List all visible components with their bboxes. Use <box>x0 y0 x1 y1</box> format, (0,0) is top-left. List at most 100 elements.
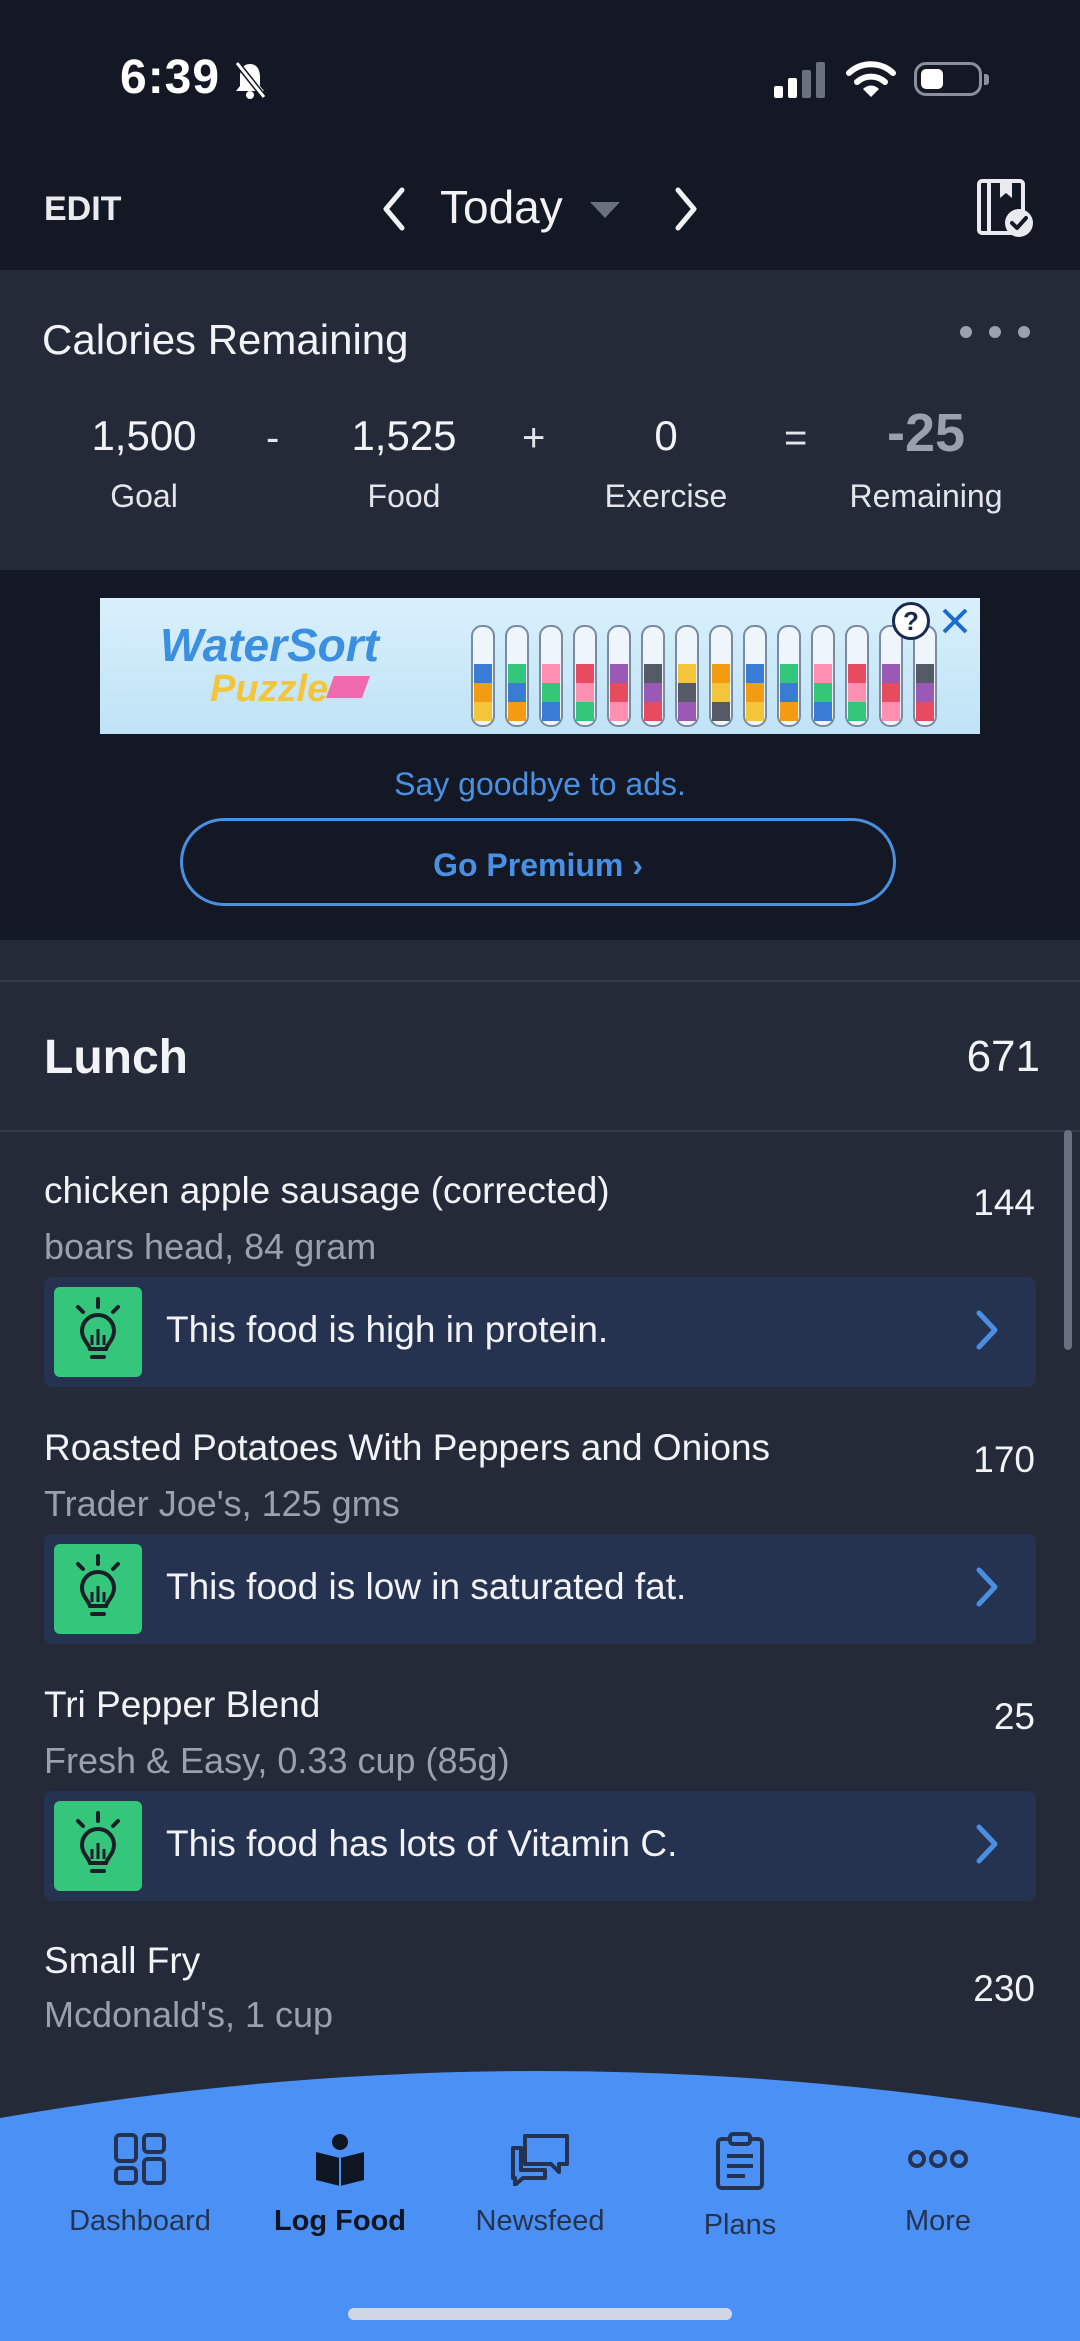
goal-label: Goal <box>110 478 178 514</box>
caret-down-icon[interactable] <box>590 202 620 218</box>
ad-tube-liquid <box>916 683 934 702</box>
exercise-value: 0 <box>654 412 678 459</box>
ad-brand-sub: Puzzle <box>210 668 329 710</box>
ad-tube-liquid <box>610 683 628 702</box>
scrollbar[interactable] <box>1064 1130 1072 1350</box>
equals-operator: = <box>784 416 808 460</box>
ad-tube-liquid <box>780 702 798 721</box>
ad-banner[interactable]: WaterSort Puzzle ? <box>100 598 980 734</box>
ad-tube-liquid <box>746 683 764 702</box>
nutrition-tip[interactable]: This food is low in saturated fat. <box>44 1534 1036 1644</box>
ad-area: WaterSort Puzzle ? Say goodbye to ads. G… <box>0 570 1080 940</box>
dashboard-grid-icon <box>114 2133 166 2185</box>
ad-tube-liquid <box>542 702 560 721</box>
log-food-book-icon <box>316 2134 364 2186</box>
ad-tube-liquid <box>576 664 594 683</box>
date-label[interactable]: Today <box>440 180 563 234</box>
meal-total-calories: 671 <box>966 1032 1040 1081</box>
bell-slash-icon <box>234 61 266 99</box>
tab-more[interactable]: More <box>838 2132 1038 2238</box>
food-column[interactable]: 1,525 Food <box>304 412 504 515</box>
ad-tube-liquid <box>508 664 526 683</box>
ad-tube-liquid <box>508 702 526 721</box>
newsfeed-chat-icon <box>511 2134 569 2187</box>
food-name: Roasted Potatoes With Peppers and Onions <box>44 1427 771 1468</box>
ad-tube-liquid <box>576 683 594 702</box>
more-options-icon[interactable] <box>958 324 1032 345</box>
chevron-right-icon <box>976 1567 998 1607</box>
say-goodbye-link[interactable]: Say goodbye to ads. <box>0 766 1080 803</box>
tab-label: Newsfeed <box>475 2205 605 2237</box>
ad-tube-liquid <box>644 664 662 683</box>
ad-tube-liquid <box>746 702 764 721</box>
tab-log-food[interactable]: Log Food <box>240 2132 440 2238</box>
ad-tube-liquid <box>848 683 866 702</box>
meal-title: Lunch <box>44 1031 188 1084</box>
food-entry[interactable]: chicken apple sausage (corrected) boars … <box>0 1160 1080 1280</box>
ad-tube-liquid <box>678 702 696 721</box>
ad-tube-liquid <box>712 702 730 721</box>
more-dots-icon <box>908 2150 968 2168</box>
food-name: Tri Pepper Blend <box>44 1684 321 1725</box>
diary-complete-icon[interactable] <box>976 178 1034 238</box>
chevron-left-icon[interactable] <box>380 186 408 232</box>
tab-label: Plans <box>703 2209 777 2241</box>
nutrition-tip[interactable]: This food has lots of Vitamin C. <box>44 1791 1036 1901</box>
ad-tube-liquid <box>474 664 492 683</box>
tab-label: Dashboard <box>69 2205 211 2237</box>
nutrition-tip[interactable]: This food is high in protein. <box>44 1277 1036 1387</box>
chevron-right-icon <box>976 1824 998 1864</box>
chevron-right-icon <box>976 1310 998 1350</box>
ad-tube-liquid <box>474 702 492 721</box>
question-circle-icon[interactable]: ? <box>892 602 930 640</box>
tab-plans[interactable]: Plans <box>640 2132 840 2242</box>
section-divider <box>0 980 1080 982</box>
food-calories: 170 <box>973 1439 1035 1480</box>
remaining-column: -25 Remaining <box>826 402 1026 515</box>
ad-tube-liquid <box>474 683 492 702</box>
ad-tube-liquid <box>882 664 900 683</box>
ad-tube-liquid <box>576 702 594 721</box>
goal-value: 1,500 <box>91 412 197 459</box>
food-value: 1,525 <box>351 412 457 459</box>
ad-tube-liquid <box>882 683 900 702</box>
battery-icon <box>914 62 989 96</box>
status-bar: 6:39 <box>0 0 1080 160</box>
ad-tube-liquid <box>814 702 832 721</box>
food-name: chicken apple sausage (corrected) <box>44 1170 610 1211</box>
tab-label: More <box>904 2205 972 2237</box>
tip-text: This food has lots of Vitamin C. <box>166 1823 678 1864</box>
food-entry[interactable]: Roasted Potatoes With Peppers and Onions… <box>0 1417 1080 1537</box>
chevron-right-icon[interactable] <box>672 186 700 232</box>
minus-operator: - <box>266 416 280 460</box>
ad-tube-liquid <box>916 664 934 683</box>
ad-tube-liquid <box>644 683 662 702</box>
plans-clipboard-icon <box>716 2132 764 2190</box>
exercise-column[interactable]: 0 Exercise <box>566 412 766 515</box>
food-description: Trader Joe's, 125 gms <box>44 1483 400 1524</box>
ad-tube-liquid <box>882 702 900 721</box>
exercise-label: Exercise <box>604 478 728 514</box>
top-nav: EDIT Today <box>0 160 1080 270</box>
tab-dashboard[interactable]: Dashboard <box>40 2132 240 2238</box>
remaining-value: -25 <box>886 403 966 463</box>
food-calories: 144 <box>973 1182 1035 1223</box>
tab-newsfeed[interactable]: Newsfeed <box>440 2132 640 2238</box>
calories-remaining-card: Calories Remaining 1,500 Goal - 1,525 Fo… <box>0 270 1080 570</box>
calories-title: Calories Remaining <box>42 316 409 363</box>
ad-logo-shape <box>325 676 371 698</box>
food-label: Food <box>367 478 441 514</box>
tip-text: This food is high in protein. <box>166 1309 609 1350</box>
go-premium-button[interactable]: Go Premium › <box>180 818 896 906</box>
food-entry[interactable]: Tri Pepper Blend Fresh & Easy, 0.33 cup … <box>0 1674 1080 1794</box>
food-calories: 230 <box>973 1968 1035 2009</box>
close-icon[interactable] <box>938 604 972 638</box>
goal-column[interactable]: 1,500 Goal <box>44 412 244 515</box>
edit-button[interactable]: EDIT <box>44 190 121 229</box>
ad-tube-liquid <box>746 664 764 683</box>
food-entry[interactable]: Small Fry Mcdonald's, 1 cup 230 <box>0 1930 1080 2050</box>
ad-tubes-illustration <box>471 625 937 727</box>
cellular-signal-icon <box>774 62 825 98</box>
section-divider <box>0 1130 1080 1132</box>
ad-tube-liquid <box>610 702 628 721</box>
